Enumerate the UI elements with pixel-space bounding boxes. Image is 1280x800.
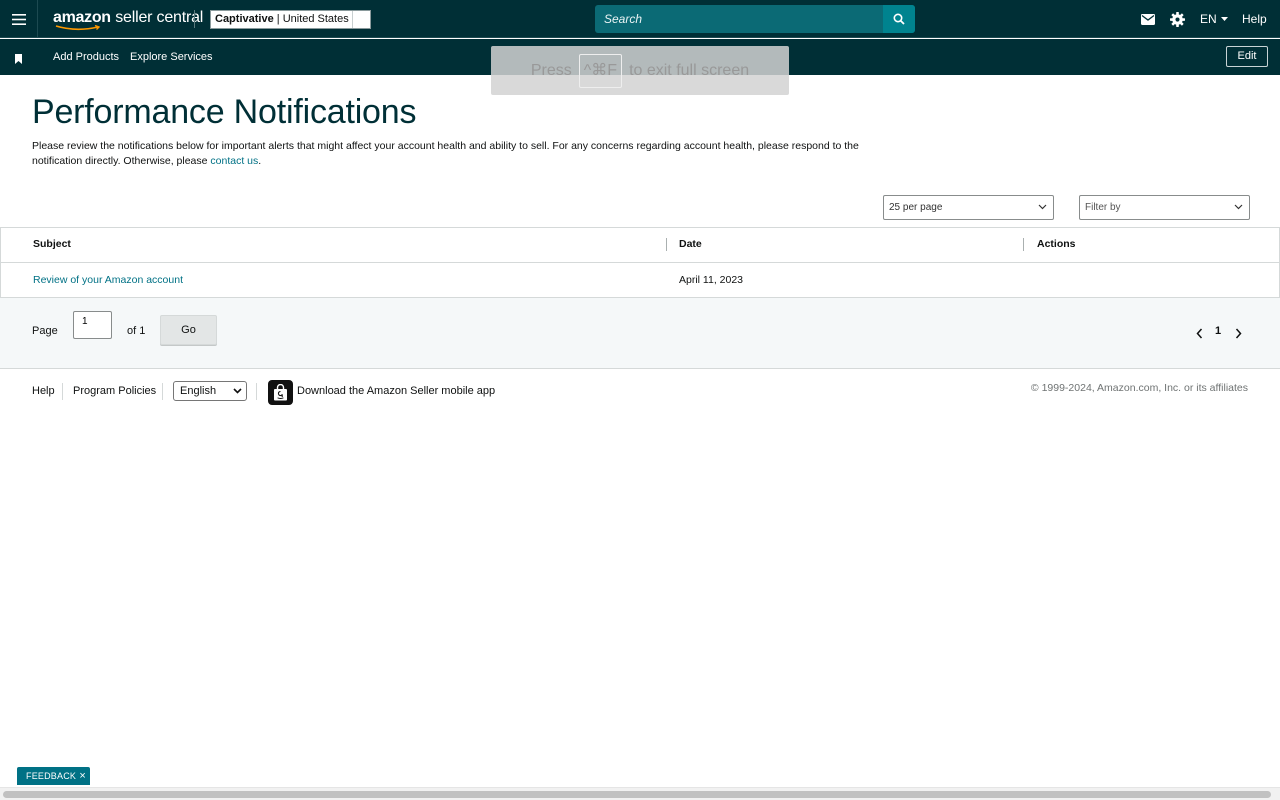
contact-us-link[interactable]: contact us — [210, 155, 258, 167]
copyright-text: © 1999-2024, Amazon.com, Inc. or its aff… — [1030, 382, 1248, 394]
per-page-value: 25 per page — [889, 202, 943, 213]
mail-icon — [1141, 13, 1155, 25]
page-description: Please review the notifications below fo… — [32, 139, 862, 169]
filter-select[interactable]: Filter by — [1079, 195, 1250, 220]
bookmark-icon — [15, 54, 22, 64]
download-app-link[interactable]: Download the Amazon Seller mobile app — [297, 385, 495, 397]
gear-icon — [1170, 11, 1185, 27]
account-switcher[interactable]: Captivative | United States — [210, 10, 371, 29]
search-box — [595, 5, 915, 33]
horizontal-scrollbar[interactable] — [0, 787, 1280, 800]
seller-central-logo[interactable]: amazon seller central — [53, 9, 203, 31]
page-count-label: of 1 — [127, 325, 146, 337]
next-page-button[interactable] — [1235, 326, 1242, 344]
page-number-1[interactable]: 1 — [1215, 325, 1221, 337]
table-row: Review of your Amazon account April 11, … — [1, 264, 1279, 298]
footer-divider — [162, 383, 163, 400]
column-header-date[interactable]: Date — [679, 228, 702, 263]
page-footer: Help Program Policies English Download t… — [0, 370, 1280, 410]
page-title: Performance Notifications — [32, 93, 417, 131]
previous-page-button[interactable] — [1196, 326, 1203, 344]
column-divider — [666, 238, 667, 251]
footer-divider — [62, 383, 63, 400]
chevron-left-icon — [1196, 328, 1203, 339]
notification-subject-link[interactable]: Review of your Amazon account — [33, 274, 183, 286]
go-button[interactable]: Go — [160, 315, 217, 345]
footer-help-link[interactable]: Help — [32, 385, 55, 397]
account-switcher-end — [352, 11, 370, 28]
settings-button[interactable] — [1170, 0, 1185, 38]
chevron-down-icon — [1234, 204, 1243, 210]
feedback-button[interactable]: FEEDBACK × — [17, 767, 90, 785]
logo-product: seller central — [115, 9, 204, 26]
scrollbar-thumb[interactable] — [3, 791, 1271, 798]
column-divider — [1023, 238, 1024, 251]
table-header: Subject Date Actions — [1, 228, 1279, 263]
fullscreen-hint: Press ^⌘F to exit full screen — [491, 46, 789, 95]
fullscreen-hint-key: ^⌘F — [578, 53, 623, 88]
intro-end: . — [258, 155, 262, 167]
edit-shortcuts-button[interactable]: Edit — [1226, 46, 1268, 67]
amazon-app-icon[interactable] — [268, 380, 293, 405]
footer-language-value: English — [180, 385, 217, 397]
feedback-label: FEEDBACK — [26, 771, 77, 781]
filter-placeholder: Filter by — [1085, 202, 1121, 213]
bookmarks-button[interactable] — [14, 51, 23, 69]
search-input[interactable] — [595, 5, 883, 33]
notification-date: April 11, 2023 — [679, 274, 744, 286]
column-header-subject[interactable]: Subject — [33, 228, 71, 263]
explore-services-link[interactable]: Explore Services — [130, 51, 213, 63]
footer-program-policies-link[interactable]: Program Policies — [73, 385, 156, 397]
footer-divider — [256, 383, 257, 400]
page-label: Page — [32, 325, 58, 337]
amazon-smile-icon — [55, 25, 101, 31]
search-icon — [893, 13, 905, 25]
account-marketplace: United States — [282, 13, 349, 25]
account-store-name: Captivative — [215, 13, 274, 25]
footer-language-select[interactable]: English — [173, 381, 247, 401]
notifications-table: Subject Date Actions Review of your Amaz… — [0, 227, 1280, 298]
fullscreen-hint-after: to exit full screen — [629, 61, 750, 79]
search-button[interactable] — [883, 5, 915, 33]
logo-brand: amazon — [53, 9, 111, 26]
chevron-right-icon — [1235, 328, 1242, 339]
per-page-select[interactable]: 25 per page — [883, 195, 1054, 220]
column-header-actions: Actions — [1037, 238, 1076, 250]
intro-text: Please review the notifications below fo… — [32, 140, 859, 167]
fullscreen-hint-before: Press — [530, 61, 572, 79]
chevron-down-icon — [233, 388, 242, 394]
shopping-bag-icon — [274, 384, 287, 401]
pagination-bar: Page of 1 Go 1 — [0, 298, 1280, 369]
page-number-input[interactable] — [73, 311, 112, 339]
hamburger-icon — [11, 13, 26, 25]
top-navigation-bar: amazon seller central Captivative | Unit… — [0, 0, 1280, 38]
menu-button[interactable] — [0, 0, 38, 38]
close-icon[interactable]: × — [79, 767, 86, 785]
language-selector[interactable]: EN — [1200, 0, 1228, 38]
logo-divider — [194, 10, 195, 28]
messages-button[interactable] — [1141, 0, 1155, 38]
caret-down-icon — [1220, 17, 1228, 21]
language-code: EN — [1200, 12, 1217, 26]
chevron-down-icon — [1038, 204, 1047, 210]
help-link[interactable]: Help — [1242, 0, 1267, 38]
add-products-link[interactable]: Add Products — [53, 51, 119, 63]
notification-subject-cell: Review of your Amazon account — [33, 264, 183, 298]
